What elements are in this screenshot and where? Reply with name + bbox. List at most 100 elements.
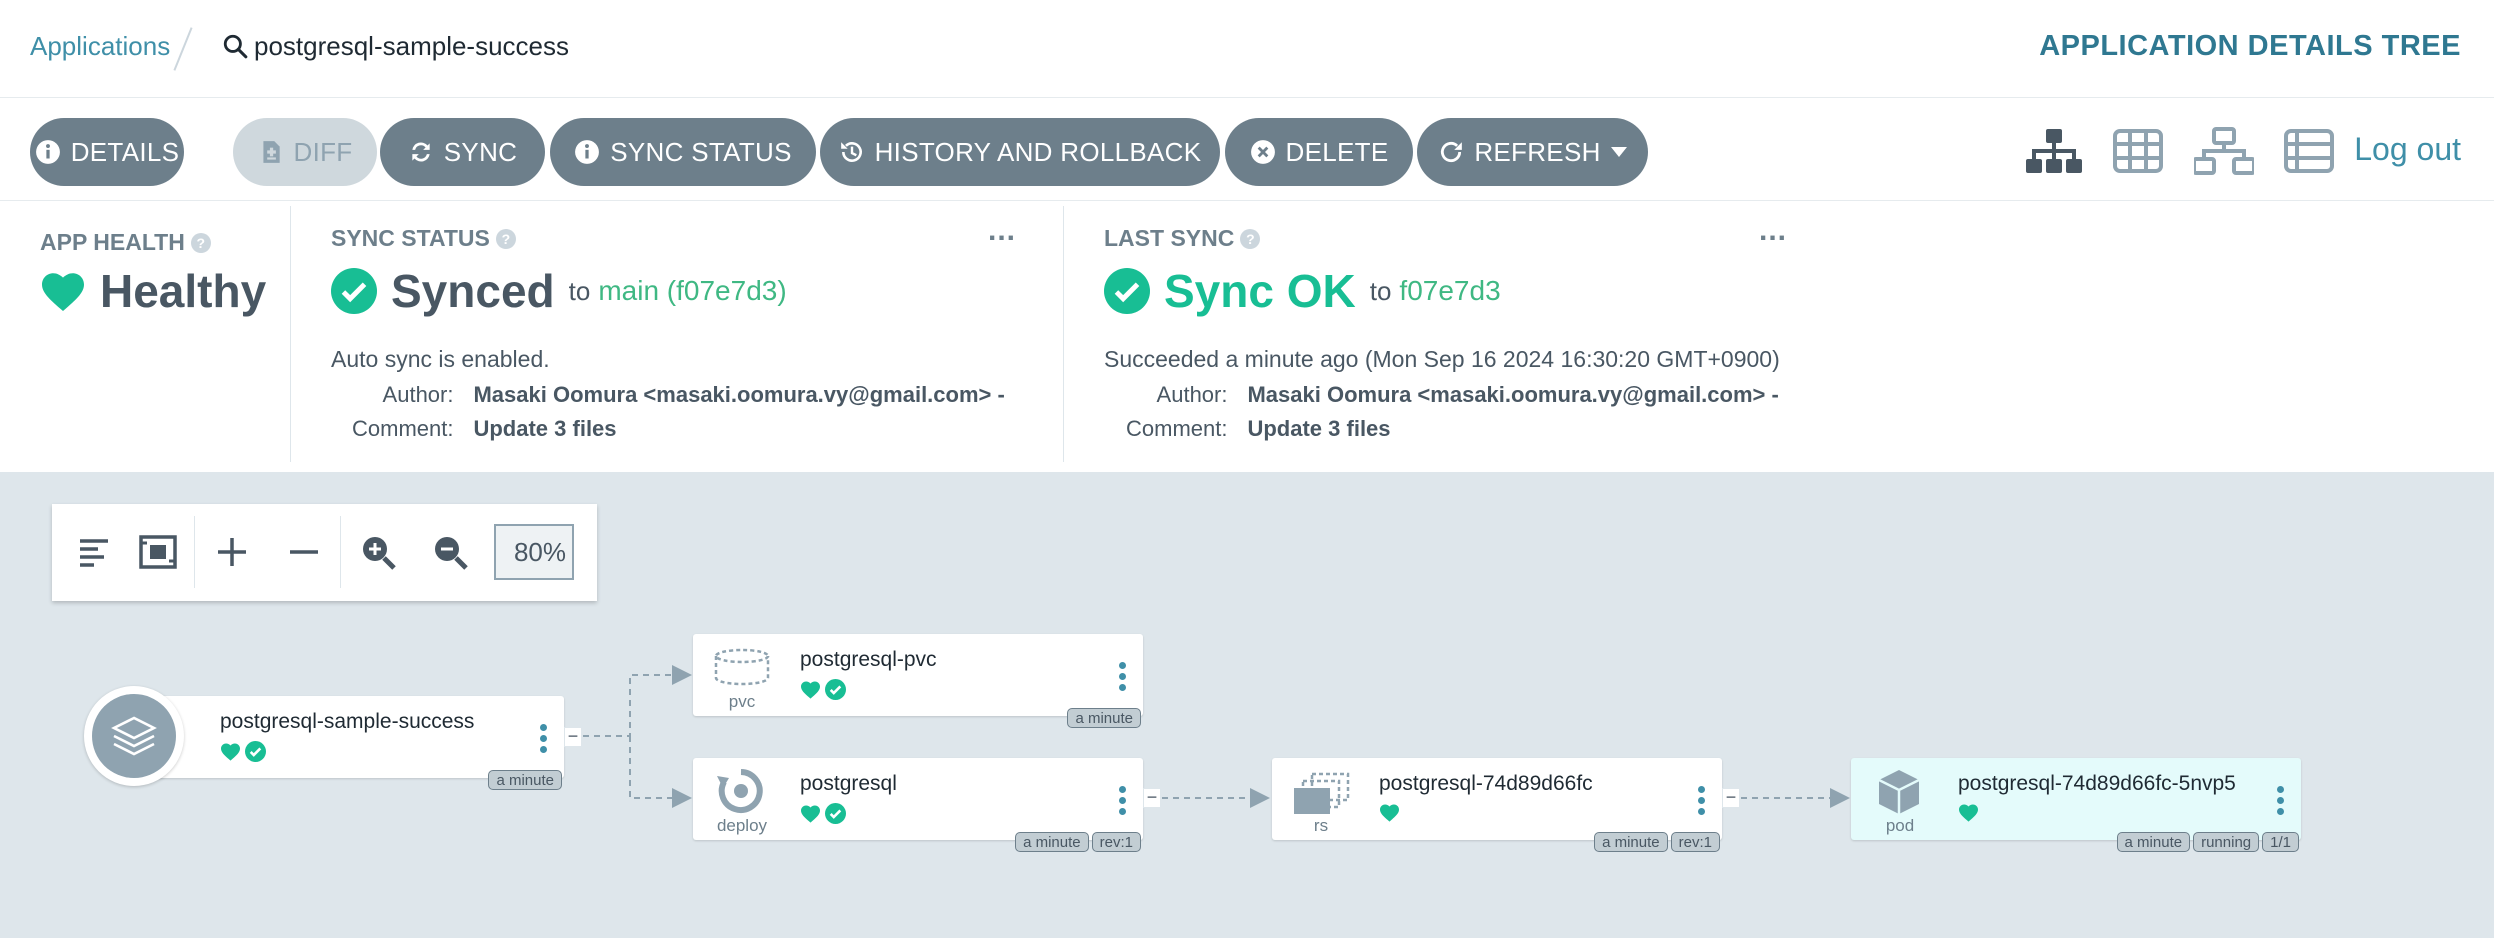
diff-button[interactable]: DIFF — [233, 118, 377, 186]
last-sync-label-text: LAST SYNC — [1104, 225, 1235, 251]
app-health-text: Healthy — [100, 265, 267, 317]
last-sync-revision-link[interactable]: f07e7d3 — [1399, 275, 1500, 307]
info-icon — [575, 140, 600, 164]
details-button[interactable]: DETAILS — [30, 118, 184, 186]
toolbar-separator — [194, 516, 195, 588]
sync-revision-link[interactable]: main (f07e7d3) — [598, 275, 786, 307]
node-menu-button[interactable] — [2277, 786, 2285, 815]
zoom-in-icon[interactable] — [358, 532, 398, 572]
age-tag: a minute — [1015, 832, 1089, 852]
author-label: Author: — [382, 382, 454, 407]
collapse-toggle[interactable]: − — [1722, 788, 1740, 808]
help-icon[interactable]: ? — [1240, 228, 1261, 249]
help-icon[interactable]: ? — [495, 228, 516, 249]
sync-button[interactable]: SYNC — [380, 118, 545, 186]
tree-view-icon[interactable] — [2026, 127, 2082, 175]
replicaset-node[interactable]: rs postgresql-74d89d66fc a minute rev:1 — [1272, 758, 1722, 852]
sync-status-button-label: SYNC STATUS — [610, 136, 792, 167]
app-node[interactable]: postgresql-sample-success a minute — [136, 696, 564, 790]
node-kind: deploy — [716, 816, 768, 835]
last-sync-to-text: to — [1369, 275, 1392, 306]
node-name: postgresql-74d89d66fc — [1379, 772, 1593, 795]
diff-button-label: DIFF — [293, 136, 353, 167]
node-menu-button[interactable] — [1698, 786, 1706, 815]
breadcrumb-app-name[interactable]: postgresql-sample-success — [254, 31, 569, 62]
node-status-icons — [800, 679, 846, 700]
revision-tag: rev:1 — [1670, 832, 1720, 852]
zoom-level-input[interactable]: 80% — [494, 524, 574, 580]
age-tag: a minute — [1594, 832, 1668, 852]
last-sync-text: Sync OK — [1164, 265, 1356, 317]
pod-ready-tag: 1/1 — [2262, 832, 2299, 852]
node-menu-button[interactable] — [1119, 662, 1127, 691]
heart-icon — [221, 743, 240, 761]
breadcrumb-separator — [173, 27, 193, 71]
auto-sync-text: Auto sync is enabled. — [331, 346, 550, 372]
node-name: postgresql-pvc — [800, 648, 937, 671]
node-menu-button[interactable] — [1119, 786, 1127, 815]
node-status-icons — [1379, 803, 1400, 822]
node-menu-button[interactable] — [540, 724, 548, 753]
page-title: APPLICATION DETAILS TREE — [2039, 30, 2461, 62]
node-name: postgresql-74d89d66fc-5nvp5 — [1958, 772, 2236, 795]
collapse-toggle[interactable]: − — [564, 727, 582, 747]
breadcrumb-applications-link[interactable]: Applications — [30, 31, 170, 62]
logout-link[interactable]: Log out — [2354, 131, 2461, 168]
network-view-icon[interactable] — [2194, 127, 2254, 175]
collapse-minus-icon[interactable] — [284, 532, 324, 572]
delete-button[interactable]: DELETE — [1225, 118, 1413, 186]
sync-status-label-text: SYNC STATUS — [331, 225, 490, 251]
align-left-icon[interactable] — [74, 532, 114, 572]
refresh-button[interactable]: REFRESH — [1417, 118, 1648, 186]
node-tags: a minute — [488, 770, 562, 790]
last-sync-more-button[interactable]: ... — [1759, 214, 1787, 248]
heart-icon — [42, 273, 84, 312]
sync-status-button[interactable]: SYNC STATUS — [550, 118, 816, 186]
file-diff-icon — [262, 141, 280, 163]
sync-status-more-button[interactable]: ... — [988, 214, 1016, 248]
deploy-icon — [717, 769, 763, 813]
node-status-icons — [1958, 803, 1979, 822]
pod-node[interactable]: pod postgresql-74d89d66fc-5nvp5 a minute… — [1851, 758, 2301, 852]
fit-screen-icon[interactable] — [138, 532, 178, 572]
help-icon[interactable]: ? — [190, 232, 211, 253]
zoom-out-icon[interactable] — [430, 532, 470, 572]
comment-value: Update 3 files — [473, 416, 617, 441]
last-sync-succeeded-text: Succeeded a minute ago (Mon Sep 16 2024 … — [1104, 346, 1780, 372]
last-sync-value: Sync OK to f07e7d3 — [1104, 264, 1501, 318]
check-circle-icon — [825, 679, 846, 700]
author-label: Author: — [1156, 382, 1228, 407]
app-health-value: Healthy — [40, 264, 266, 318]
history-rollback-button[interactable]: HISTORY AND ROLLBACK — [820, 118, 1220, 186]
check-circle-icon — [1104, 268, 1150, 314]
node-kind: pvc — [728, 692, 756, 711]
sync-status-label: SYNC STATUS ? — [331, 225, 516, 252]
pod-cube-icon — [1878, 770, 1920, 814]
delete-circle-icon — [1250, 140, 1275, 164]
age-tag: a minute — [2116, 832, 2191, 852]
comment-value: Update 3 files — [1247, 416, 1391, 441]
node-name: postgresql — [800, 772, 897, 795]
pods-grid-view-icon[interactable] — [2113, 127, 2163, 175]
action-toolbar: DETAILS DIFF SYNC SYNC STATUS HISTORY AN… — [0, 99, 2494, 201]
search-icon — [223, 34, 248, 59]
app-node-icon[interactable] — [84, 686, 184, 786]
check-circle-icon — [245, 741, 266, 762]
heart-icon — [1380, 804, 1399, 822]
pod-status-tag: running — [2193, 832, 2260, 852]
toolbar-separator — [340, 516, 341, 588]
heart-icon — [801, 805, 820, 823]
node-status-icons — [220, 741, 266, 762]
list-view-icon[interactable] — [2284, 127, 2334, 175]
age-tag: a minute — [1067, 708, 1141, 728]
node-tags: a minute — [1067, 708, 1141, 728]
app-health-label-text: APP HEALTH — [40, 229, 185, 255]
deploy-node[interactable]: deploy postgresql a minute rev:1 — [693, 758, 1143, 852]
comment-label: Comment: — [1126, 416, 1228, 441]
sync-status-text: Synced — [391, 265, 555, 317]
collapse-toggle[interactable]: − — [1143, 788, 1161, 808]
pvc-node[interactable]: pvc postgresql-pvc a minute — [693, 634, 1143, 728]
expand-plus-icon[interactable] — [212, 532, 252, 572]
node-kind: pod — [1885, 816, 1915, 835]
last-sync-details: Author: Masaki Oomura <masaki.oomura.vy@… — [1126, 382, 1779, 442]
